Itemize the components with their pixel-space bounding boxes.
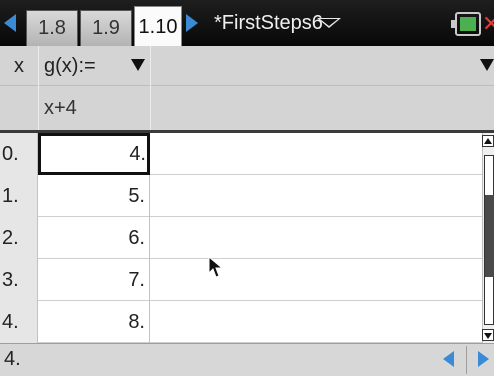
- mouse-pointer-icon: [208, 256, 224, 278]
- table-body: 0. 4. 1. 5. 2. 6. 3. 7. 4. 8.: [0, 133, 482, 343]
- table-cell[interactable]: 6.: [38, 217, 150, 259]
- row-index[interactable]: 3.: [0, 259, 38, 301]
- table-cell-empty[interactable]: [150, 259, 482, 301]
- right-arrow-icon[interactable]: [478, 351, 489, 367]
- table-row: 0. 4.: [0, 133, 482, 175]
- table-cell-selected[interactable]: 4.: [38, 133, 150, 175]
- tab-page-1-9[interactable]: 1.9: [80, 10, 132, 46]
- next-page-arrow-icon[interactable]: [186, 14, 198, 32]
- status-divider: [466, 346, 467, 374]
- row-index[interactable]: 0.: [0, 133, 38, 175]
- table-row: 1. 5.: [0, 175, 482, 217]
- table-row: 4. 8.: [0, 301, 482, 343]
- table-cell[interactable]: 7.: [38, 259, 150, 301]
- table-cell[interactable]: 5.: [38, 175, 150, 217]
- variable-label: x: [14, 55, 24, 77]
- column2-menu-chevron-icon[interactable]: [480, 59, 494, 71]
- tab-page-1-10[interactable]: 1.10: [134, 6, 182, 46]
- prev-page-arrow-icon[interactable]: [4, 14, 16, 32]
- table-cell-empty[interactable]: [150, 175, 482, 217]
- row-index[interactable]: 2.: [0, 217, 38, 259]
- document-title[interactable]: *FirstSteps6: [214, 11, 323, 35]
- table-row: 3. 7.: [0, 259, 482, 301]
- table-row: 2. 6.: [0, 217, 482, 259]
- scroll-down-arrow-icon[interactable]: [482, 329, 494, 341]
- tab-page-1-8[interactable]: 1.8: [26, 10, 78, 46]
- table-cell[interactable]: 8.: [38, 301, 150, 343]
- chevron-down-icon[interactable]: [317, 18, 341, 28]
- battery-icon: [451, 12, 481, 36]
- scroll-up-arrow-icon[interactable]: [482, 135, 494, 147]
- row-index[interactable]: 4.: [0, 301, 38, 343]
- table-cell-empty[interactable]: [150, 217, 482, 259]
- column-menu-chevron-icon[interactable]: [131, 59, 145, 71]
- left-arrow-icon[interactable]: [443, 351, 454, 367]
- formula-cell[interactable]: x+4: [38, 86, 150, 130]
- close-icon[interactable]: ✕: [482, 12, 494, 36]
- table-cell-empty[interactable]: [150, 301, 482, 343]
- row-index[interactable]: 1.: [0, 175, 38, 217]
- scroll-thumb[interactable]: [485, 195, 494, 277]
- header-divider: [150, 46, 151, 130]
- cell-status-bar: [0, 343, 494, 376]
- header-divider: [38, 46, 39, 130]
- cell-value-readout: 4.: [4, 348, 21, 370]
- table-cell-empty[interactable]: [150, 133, 482, 175]
